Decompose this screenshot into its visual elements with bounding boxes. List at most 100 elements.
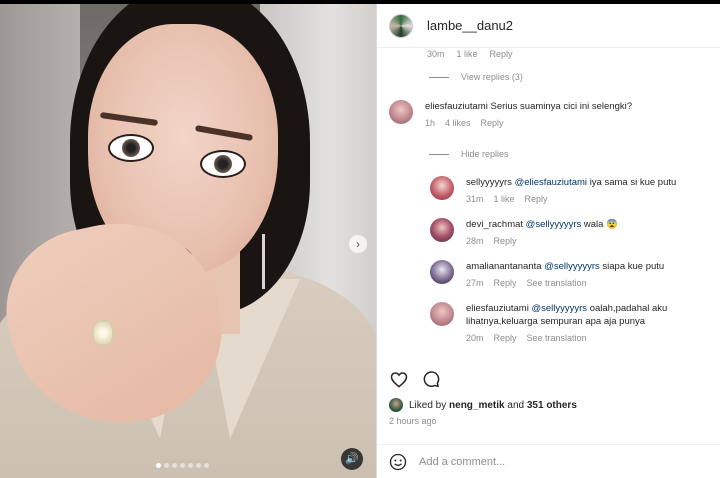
comment-time: 28m — [466, 236, 484, 246]
post-timestamp[interactable]: 2 hours ago — [389, 416, 437, 426]
carousel-dot — [156, 463, 161, 468]
carousel-dot — [196, 463, 201, 468]
heart-icon — [390, 371, 408, 388]
comment-meta: 31m 1 like Reply — [466, 194, 676, 204]
view-replies-toggle[interactable]: View replies (3) — [429, 72, 523, 82]
view-replies-label[interactable]: View replies (3) — [461, 72, 523, 82]
comment-likes[interactable]: 1 like — [457, 49, 478, 59]
comment-content: wala 😨 — [583, 219, 618, 230]
reply-item: amalianantananta @sellyyyyyrs siapa kue … — [430, 260, 664, 288]
hide-replies-label[interactable]: Hide replies — [461, 149, 509, 159]
divider-line — [429, 153, 449, 155]
hide-replies-toggle[interactable]: Hide replies — [429, 149, 509, 159]
carousel-dot — [164, 463, 169, 468]
liker-username[interactable]: neng_metik — [449, 400, 505, 411]
commenter-username[interactable]: sellyyyyyrs — [466, 177, 512, 188]
comment-meta: 27m Reply See translation — [466, 278, 664, 288]
comment-meta: 1h 4 likes Reply — [425, 118, 632, 128]
mention-link[interactable]: @sellyyyyyrs — [526, 219, 582, 230]
comment-text: amalianantananta @sellyyyyyrs siapa kue … — [466, 260, 664, 273]
mention-link[interactable]: @sellyyyyyrs — [531, 303, 587, 314]
reply-item: sellyyyyyrs @eliesfauziutami iya sama si… — [430, 176, 676, 204]
comment-body: eliesfauziutami Serius suaminya cici ini… — [425, 100, 632, 128]
commenter-avatar[interactable] — [430, 260, 454, 284]
comment-body: amalianantananta @sellyyyyyrs siapa kue … — [466, 260, 664, 288]
carousel-next-button[interactable]: › — [349, 235, 367, 253]
commenter-avatar[interactable] — [430, 302, 454, 326]
post-media[interactable]: › 🔊 — [0, 4, 376, 478]
like-button[interactable] — [389, 369, 409, 389]
comment-item: eliesfauziutami Serius suaminya cici ini… — [389, 100, 632, 128]
commenter-username[interactable]: eliesfauziutami — [466, 303, 529, 314]
comment-button[interactable] — [421, 369, 441, 389]
comment-time: 1h — [425, 118, 436, 128]
comments-panel: lambe__danu2 30m 1 like Reply View repli… — [376, 4, 720, 478]
carousel-dot — [204, 463, 209, 468]
carousel-dot — [172, 463, 177, 468]
comment-text: devi_rachmat @sellyyyyyrs wala 😨 — [466, 218, 618, 231]
comment-body: devi_rachmat @sellyyyyyrs wala 😨 28m Rep… — [466, 218, 618, 246]
liked-by-joiner: and — [507, 399, 525, 411]
post-viewer: › 🔊 lambe__danu2 30m 1 like Reply View r… — [0, 0, 720, 478]
likes-summary: Liked by neng_metik and 351 others — [389, 398, 577, 412]
comment-text: sellyyyyyrs @eliesfauziutami iya sama si… — [466, 176, 676, 189]
post-actions — [377, 364, 720, 394]
mention-link[interactable]: @eliesfauziutami — [515, 177, 587, 188]
see-translation-link[interactable]: See translation — [527, 278, 587, 288]
comment-text: eliesfauziutami @sellyyyyyrs oalah,padah… — [466, 302, 706, 328]
comment-time: 31m — [466, 194, 484, 204]
reply-link[interactable]: Reply — [494, 236, 517, 246]
carousel-dots — [156, 463, 209, 468]
audio-toggle-button[interactable]: 🔊 — [341, 448, 363, 470]
comment-meta: 20m Reply See translation — [466, 333, 706, 343]
commenter-username[interactable]: devi_rachmat — [466, 219, 523, 230]
commenter-username[interactable]: eliesfauziutami — [425, 101, 488, 112]
commenter-avatar[interactable] — [430, 176, 454, 200]
cut-off-comment-meta: 30m 1 like Reply — [427, 49, 513, 59]
comment-content: iya sama si kue putu — [589, 177, 677, 188]
carousel-dot — [188, 463, 193, 468]
liked-by-prefix: Liked by — [409, 399, 447, 411]
reply-link[interactable]: Reply — [494, 278, 517, 288]
comment-text: eliesfauziutami Serius suaminya cici ini… — [425, 100, 632, 113]
author-username[interactable]: lambe__danu2 — [427, 18, 513, 33]
comment-time: 20m — [466, 333, 484, 343]
author-avatar[interactable] — [389, 13, 413, 38]
speech-bubble-icon — [423, 371, 440, 388]
reply-item: eliesfauziutami @sellyyyyyrs oalah,padah… — [430, 302, 706, 343]
comment-likes[interactable]: 1 like — [494, 194, 515, 204]
comment-body: sellyyyyyrs @eliesfauziutami iya sama si… — [466, 176, 676, 204]
comment-content: siapa kue putu — [602, 261, 665, 272]
divider-line — [429, 76, 449, 78]
comment-list[interactable]: 30m 1 like Reply View replies (3) eliesf… — [377, 48, 720, 360]
chevron-right-icon: › — [356, 237, 360, 251]
reply-link[interactable]: Reply — [481, 118, 504, 128]
commenter-avatar[interactable] — [430, 218, 454, 242]
liker-avatar[interactable] — [389, 398, 403, 412]
comment-time: 27m — [466, 278, 484, 288]
commenter-username[interactable]: amalianantananta — [466, 261, 542, 272]
mention-link[interactable]: @sellyyyyyrs — [544, 261, 600, 272]
comment-meta: 28m Reply — [466, 236, 618, 246]
speaker-icon: 🔊 — [345, 452, 359, 465]
post-header: lambe__danu2 — [377, 4, 720, 48]
comment-likes[interactable]: 4 likes — [445, 118, 471, 128]
reply-link[interactable]: Reply — [494, 333, 517, 343]
carousel-dot — [180, 463, 185, 468]
subject-ring — [92, 320, 114, 346]
subject-eye-left — [108, 134, 154, 162]
emoji-icon[interactable] — [389, 453, 407, 471]
comment-content: Serius suaminya cici ini selengki? — [490, 101, 632, 112]
reply-item: devi_rachmat @sellyyyyyrs wala 😨 28m Rep… — [430, 218, 618, 246]
subject-eye-right — [200, 150, 246, 178]
commenter-avatar[interactable] — [389, 100, 413, 124]
reply-link[interactable]: Reply — [525, 194, 548, 204]
comment-time: 30m — [427, 49, 445, 59]
comment-input[interactable]: Add a comment... — [419, 456, 505, 468]
see-translation-link[interactable]: See translation — [527, 333, 587, 343]
reply-link[interactable]: Reply — [490, 49, 513, 59]
subject-earring — [262, 234, 265, 289]
comment-body: eliesfauziutami @sellyyyyyrs oalah,padah… — [466, 302, 706, 343]
add-comment-bar: Add a comment... — [377, 444, 720, 478]
likes-others-link[interactable]: 351 others — [527, 400, 577, 411]
